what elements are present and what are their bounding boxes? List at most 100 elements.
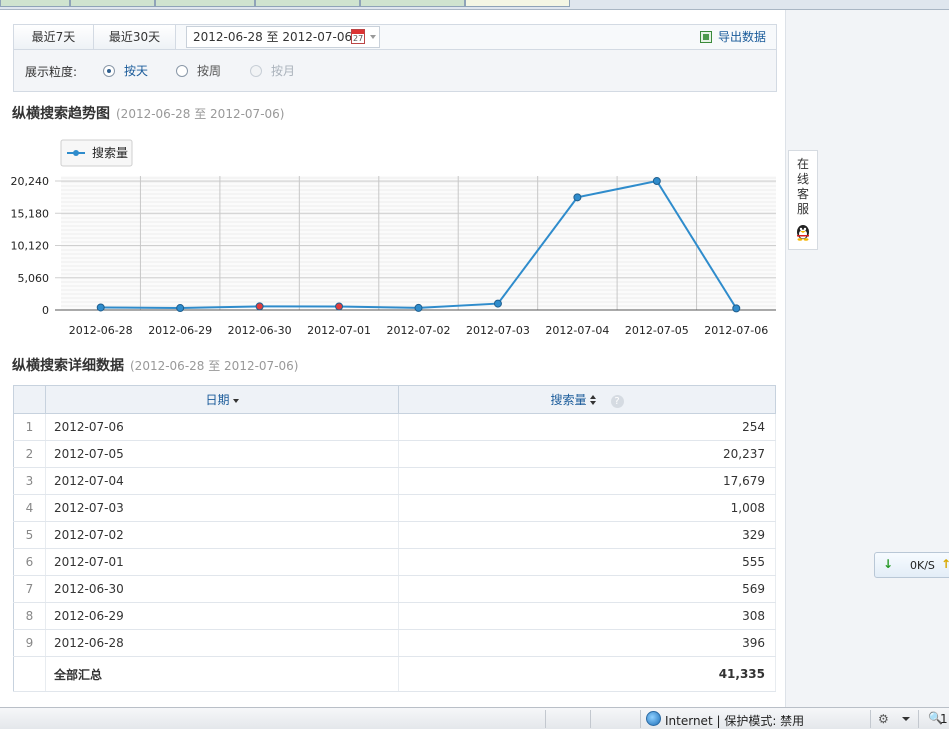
data-point — [255, 302, 264, 311]
protected-mode-icon[interactable]: ⚙ — [878, 712, 894, 726]
row-index: 9 — [13, 629, 46, 657]
status-separator — [640, 710, 641, 728]
table-row: 3 2012-07-04 17,679 — [13, 467, 776, 495]
y-tick-label: 15,180 — [11, 207, 50, 220]
granularity-month-option: 按月 — [250, 63, 295, 79]
row-index: 1 — [13, 413, 46, 441]
sort-desc-icon[interactable] — [232, 399, 239, 403]
volume-column-header[interactable]: 搜索量? — [398, 385, 776, 414]
date-range-text: 2012-06-28 至 2012-07-06 — [193, 30, 353, 44]
row-index: 7 — [13, 575, 46, 603]
y-tick-label: 20,240 — [11, 175, 50, 188]
browser-status-bar: Internet | 保护模式: 禁用 ⚙ 🔍 1 — [0, 707, 949, 729]
table-row: 4 2012-07-03 1,008 — [13, 494, 776, 522]
row-date: 2012-06-30 — [45, 575, 399, 603]
last-7-days-button[interactable]: 最近7天 — [14, 25, 94, 49]
detail-data-table: 日期 搜索量? 1 2012-07-06 254 2 2012-07-05 20,237 3… — [13, 385, 776, 692]
table-row: 1 2012-07-06 254 — [13, 413, 776, 441]
export-data-link[interactable]: 导出数据 — [699, 25, 766, 49]
date-range-picker[interactable]: 2012-06-28 至 2012-07-06 27 — [186, 26, 380, 48]
network-speed-widget[interactable]: ↓ 0K/S ↑ — [874, 552, 949, 578]
x-tick-label: 2012-07-03 — [466, 324, 530, 337]
trend-range: (2012-06-28 至 2012-07-06) — [116, 107, 285, 121]
detail-title: 纵横搜索详细数据 — [12, 358, 124, 374]
upload-arrow-icon: ↑ — [941, 557, 949, 571]
row-index: 2 — [13, 440, 46, 468]
data-point — [176, 304, 185, 313]
row-value: 329 — [398, 521, 776, 549]
status-separator — [870, 710, 871, 728]
table-row: 7 2012-06-30 569 — [13, 575, 776, 603]
status-separator — [590, 710, 591, 728]
help-icon[interactable]: ? — [610, 395, 624, 408]
row-value: 1,008 — [398, 494, 776, 522]
status-separator — [545, 710, 546, 728]
row-value: 396 — [398, 629, 776, 657]
total-label: 全部汇总 — [45, 656, 399, 692]
row-date: 2012-06-29 — [45, 602, 399, 630]
granularity-label: 展示粒度: — [25, 65, 78, 79]
last-30-days-button[interactable]: 最近30天 — [94, 25, 176, 49]
legend-label: 搜索量 — [92, 145, 128, 160]
granularity-day-option[interactable]: 按天 — [103, 63, 148, 79]
row-index: 3 — [13, 467, 46, 495]
y-tick-label: 10,120 — [11, 240, 50, 253]
chevron-down-icon[interactable] — [902, 717, 910, 721]
main-content: 最近7天 最近30天 2012-06-28 至 2012-07-06 27 导出… — [0, 10, 785, 707]
total-value: 41,335 — [398, 656, 776, 692]
row-value: 254 — [398, 413, 776, 441]
x-tick-label: 2012-07-06 — [704, 324, 768, 337]
chart-legend[interactable]: 搜索量 — [60, 139, 133, 167]
browser-tab[interactable] — [360, 0, 465, 7]
browser-tab-active[interactable] — [465, 0, 570, 7]
index-column-header — [13, 385, 46, 414]
x-tick-label: 2012-07-01 — [307, 324, 371, 337]
speed-readout: 0K/S — [910, 559, 935, 572]
status-separator — [918, 710, 919, 728]
table-row: 9 2012-06-28 396 — [13, 629, 776, 657]
row-date: 2012-06-28 — [45, 629, 399, 657]
browser-tab[interactable] — [70, 0, 155, 7]
trend-title: 纵横搜索趋势图 — [12, 106, 110, 122]
row-date: 2012-07-03 — [45, 494, 399, 522]
browser-tab[interactable] — [0, 0, 70, 7]
chevron-down-icon[interactable] — [370, 35, 376, 39]
row-value: 555 — [398, 548, 776, 576]
row-date: 2012-07-02 — [45, 521, 399, 549]
detail-section-title: 纵横搜索详细数据 (2012-06-28 至 2012-07-06) — [12, 355, 298, 375]
excel-icon — [699, 31, 712, 43]
browser-tab[interactable] — [155, 0, 255, 7]
row-value: 20,237 — [398, 440, 776, 468]
row-index: 6 — [13, 548, 46, 576]
qq-penguin-icon[interactable] — [795, 223, 811, 241]
radio-icon[interactable] — [176, 65, 188, 77]
legend-marker — [73, 150, 79, 156]
online-service-label: 在线客服 — [796, 157, 809, 216]
row-date: 2012-07-05 — [45, 440, 399, 468]
table-row: 6 2012-07-01 555 — [13, 548, 776, 576]
x-tick-label: 2012-06-30 — [228, 324, 292, 337]
granularity-week-label: 按周 — [197, 64, 222, 78]
date-toolbar: 最近7天 最近30天 2012-06-28 至 2012-07-06 27 导出… — [13, 24, 777, 50]
row-date: 2012-07-01 — [45, 548, 399, 576]
security-zone-text: Internet | 保护模式: 禁用 — [665, 714, 805, 728]
zoom-level: 1 — [940, 712, 948, 726]
right-side-panel — [785, 10, 949, 707]
x-tick-labels: 2012-06-28 2012-06-29 2012-06-30 2012-07-01… — [69, 324, 768, 337]
granularity-panel: 展示粒度: 按天 按周 按月 — [13, 50, 777, 92]
browser-tab[interactable] — [255, 0, 360, 7]
x-tick-label: 2012-06-29 — [148, 324, 212, 337]
calendar-icon[interactable]: 27 — [351, 29, 365, 44]
row-index — [13, 656, 46, 692]
date-column-header[interactable]: 日期 — [45, 385, 399, 414]
data-point — [335, 302, 344, 311]
download-arrow-icon: ↓ — [883, 557, 894, 571]
granularity-month-label: 按月 — [271, 64, 296, 78]
sort-icon[interactable] — [589, 395, 597, 405]
radio-selected-icon[interactable] — [103, 65, 115, 77]
data-point — [652, 177, 661, 186]
row-value: 17,679 — [398, 467, 776, 495]
granularity-week-option[interactable]: 按周 — [176, 63, 221, 79]
online-service-widget[interactable]: 在线客服 — [788, 150, 818, 250]
row-index: 4 — [13, 494, 46, 522]
